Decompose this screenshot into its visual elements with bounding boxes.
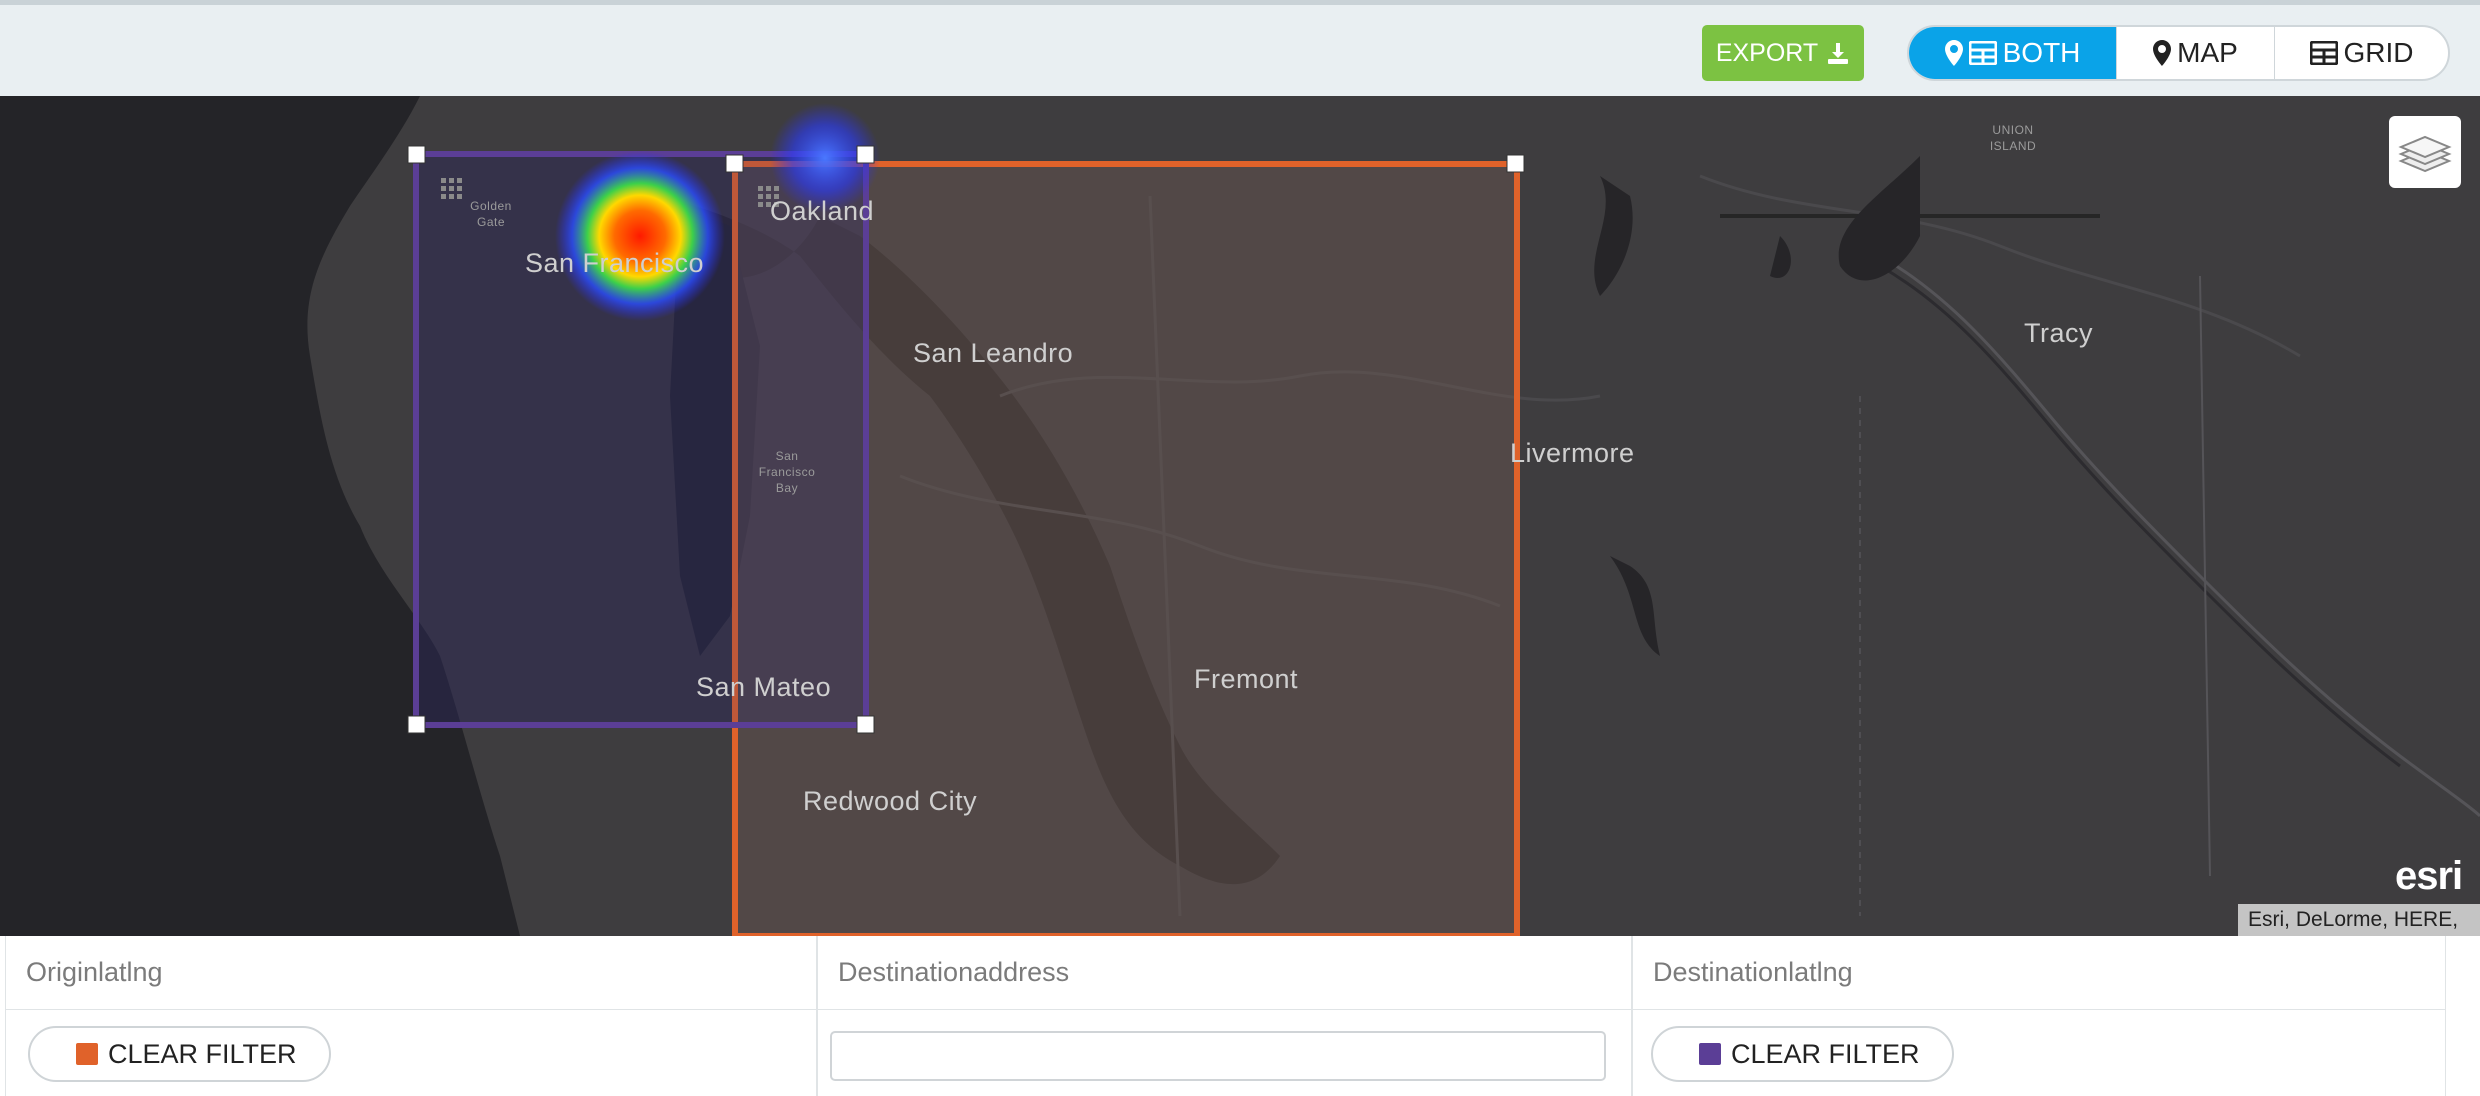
esri-logo: esri	[2395, 854, 2463, 898]
view-switch: BOTH MAP GRID	[1907, 25, 2450, 81]
clear-filter-button[interactable]: CLEAR FILTER	[1651, 1026, 1954, 1082]
data-grid: Originlatlng CLEAR FILTER Destinationadd…	[0, 936, 2480, 1096]
filter-color-swatch	[1699, 1043, 1721, 1065]
map-marker-icon	[2153, 40, 2172, 66]
map-label-oakland: Oakland	[770, 196, 875, 226]
map-label-san-francisco: San Francisco	[525, 248, 705, 278]
grid-column-originlatlng: Originlatlng CLEAR FILTER	[5, 936, 817, 1096]
table-icon	[2309, 41, 2338, 65]
destinationaddress-filter-input[interactable]	[830, 1031, 1606, 1081]
resize-handle[interactable]	[725, 154, 744, 173]
basemap	[0, 96, 2480, 936]
filter-color-swatch	[76, 1043, 98, 1065]
resize-handle[interactable]	[407, 715, 426, 734]
map-attribution: Esri, DeLorme, HERE,	[2238, 904, 2480, 936]
view-map-button[interactable]: MAP	[2117, 27, 2275, 79]
layers-icon	[2398, 135, 2452, 173]
clear-filter-button[interactable]: CLEAR FILTER	[28, 1026, 331, 1082]
resize-handle[interactable]	[407, 145, 426, 164]
export-button[interactable]: EXPORT	[1702, 25, 1864, 81]
toolbar: EXPORT BOTH MAP GRID	[0, 0, 2480, 96]
resize-handle[interactable]	[1506, 154, 1525, 173]
export-label: EXPORT	[1715, 38, 1819, 67]
map-label-sf-bay: San Francisco Bay	[758, 449, 816, 495]
map-label-redwood-city: Redwood City	[803, 786, 978, 816]
table-icon	[1968, 41, 1997, 65]
clear-filter-label: CLEAR FILTER	[1731, 1038, 1920, 1069]
view-grid-label: GRID	[2343, 37, 2414, 68]
column-header[interactable]: Destinationlatlng	[1633, 936, 2445, 1010]
map-view[interactable]: Oakland San Francisco San Leandro Liverm…	[0, 96, 2480, 936]
map-label-tracy: Tracy	[2024, 318, 2093, 348]
map-label-san-mateo: San Mateo	[696, 672, 832, 702]
view-grid-button[interactable]: GRID	[2275, 27, 2448, 79]
column-header[interactable]: Originlatlng	[6, 936, 816, 1010]
map-label-san-leandro: San Leandro	[913, 338, 1074, 368]
map-label-golden-gate: Golden Gate	[470, 199, 512, 229]
view-both-button[interactable]: BOTH	[1909, 27, 2117, 79]
view-both-label: BOTH	[2002, 37, 2081, 68]
grid-column-destinationaddress: Destinationaddress	[817, 936, 1632, 1096]
map-label-union-island: UNION ISLAND	[1989, 123, 2037, 153]
view-map-label: MAP	[2177, 37, 2238, 68]
column-header[interactable]: Destinationaddress	[818, 936, 1631, 1010]
clear-filter-label: CLEAR FILTER	[108, 1038, 297, 1069]
download-icon	[1828, 43, 1849, 64]
layers-button[interactable]	[2389, 116, 2461, 188]
map-label-livermore: Livermore	[1510, 438, 1635, 468]
grid-column-destinationlatlng: Destinationlatlng CLEAR FILTER	[1632, 936, 2446, 1096]
resize-handle[interactable]	[856, 715, 875, 734]
map-marker-icon	[1944, 40, 1963, 66]
map-label-fremont: Fremont	[1194, 664, 1299, 694]
resize-handle[interactable]	[856, 145, 875, 164]
city-icon	[441, 178, 462, 199]
heatmap-hotspot	[555, 151, 725, 321]
